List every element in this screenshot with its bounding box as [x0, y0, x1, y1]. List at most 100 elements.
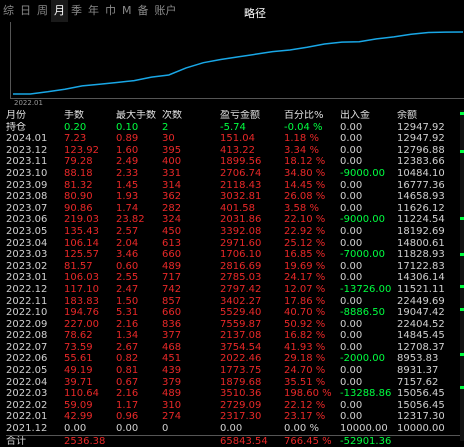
cell-pct: 18.12 % [284, 156, 326, 168]
table-row[interactable]: 2023.05 135.43 2.57 450 3392.08 22.92 % 0.00 18… [6, 226, 464, 238]
column-header[interactable]: 百分比% [284, 110, 340, 122]
tab-3[interactable]: 月 [51, 0, 68, 22]
table-row[interactable]: 2023.07 90.86 1.74 282 401.58 3.58 % 0.00 11626… [6, 203, 464, 215]
cell-io: 0.00 [340, 191, 363, 203]
cell-b: 0.10 [116, 121, 139, 133]
cell-m: 持仓 [6, 121, 26, 133]
cell-b: 1.93 [116, 191, 139, 203]
table-row[interactable]: 2022.03 110.64 2.16 489 3510.36 198.60 % -1328… [6, 388, 464, 400]
table-row[interactable]: 2023.01 106.03 2.55 717 2785.03 24.17 % 0.00 14… [6, 272, 464, 284]
cell-pl: 2971.60 [220, 237, 262, 249]
tab-6[interactable]: 巾 [102, 0, 119, 22]
table-row[interactable]: 2021.12 0.00 0.00 0 0.00 0.00 % 10000.00 10000.… [6, 423, 464, 435]
table-row[interactable]: 2022.07 73.59 2.67 468 3754.54 41.93 % 0.00 127… [6, 342, 464, 354]
period-tabs: 综日周月季年巾 M 备账户 [0, 0, 464, 22]
column-header[interactable]: 出入金 [340, 110, 397, 122]
table-row[interactable]: 2022.04 39.71 0.67 379 1879.68 35.51 % 0.00 715… [6, 377, 464, 389]
cell-m: 2023.05 [6, 225, 48, 237]
table-row[interactable]: 2022.01 42.99 0.96 274 2317.30 23.17 % 0.00 123… [6, 411, 464, 423]
table-row[interactable]: 2023.09 81.32 1.45 314 2118.43 14.45 % 0.00 167… [6, 180, 464, 192]
cell-pl: 2785.03 [220, 272, 262, 284]
table-row[interactable]: 2024.01 7.23 0.89 30 151.04 1.18 % 0.00 12947.9… [6, 133, 464, 145]
cell-io: 0.00 [340, 156, 363, 168]
cell-n: 857 [162, 295, 182, 307]
cell-n: 377 [162, 330, 182, 342]
tab-8[interactable]: 备 [135, 0, 152, 22]
mode-label[interactable]: 略径 [244, 5, 266, 21]
cell-m: 2024.01 [6, 133, 48, 145]
cell-m: 2023.01 [6, 272, 48, 284]
cell-a: 125.57 [64, 249, 99, 261]
table-row[interactable]: 2023.08 80.90 1.93 362 3032.81 26.08 % 0.00 146… [6, 191, 464, 203]
column-header[interactable]: 盈亏金额 [220, 110, 284, 122]
cell-pct: 19.69 % [284, 260, 326, 272]
tab-1[interactable]: 日 [17, 0, 34, 22]
cell-b: 2.33 [116, 167, 139, 179]
column-header[interactable]: 手数 [64, 110, 116, 122]
total-m: 合计 [6, 435, 26, 447]
cell-io: 0.00 [340, 133, 363, 145]
tab-0[interactable]: 综 [0, 0, 17, 22]
cell-io: 0.00 [340, 341, 363, 353]
table-row[interactable]: 2022.05 49.19 0.81 439 1773.75 24.70 % 0.00 893… [6, 365, 464, 377]
tab-7[interactable]: M [119, 0, 135, 22]
table-row[interactable]: 2023.02 81.57 0.60 489 2816.69 19.69 % 0.00 171… [6, 261, 464, 273]
table-row[interactable]: 2022.06 55.61 0.82 451 2022.46 29.18 % -2000.0… [6, 353, 464, 365]
cell-n: 836 [162, 318, 182, 330]
scrollbar[interactable] [460, 110, 464, 441]
column-header[interactable]: 最大手数 [116, 110, 162, 122]
cell-pct: 29.18 % [284, 353, 326, 365]
table-row[interactable]: 2022.12 117.10 2.47 742 2797.42 12.07 % -13726… [6, 284, 464, 296]
cell-m: 2023.09 [6, 179, 48, 191]
table-row[interactable]: 2023.04 106.14 2.04 613 2971.60 25.12 % 0.00 14… [6, 238, 464, 250]
cell-io: 10000.00 [340, 423, 388, 435]
cell-n: 331 [162, 167, 182, 179]
cell-pct: 1.18 % [284, 133, 319, 145]
column-header[interactable]: 次数 [162, 110, 220, 122]
position-row[interactable]: 持仓 0.20 0.10 2 -5.74 -0.04 % 0.00 12947.92 [6, 122, 464, 134]
table-row[interactable]: 2022.02 59.09 1.17 310 2729.09 22.12 % 0.00 150… [6, 400, 464, 412]
cell-a: 78.62 [64, 330, 93, 342]
tab-9[interactable]: 账户 [152, 0, 180, 22]
table-row[interactable]: 2022.10 194.76 5.31 660 5529.40 40.70 % -8886.… [6, 307, 464, 319]
cell-io: 0.00 [340, 260, 363, 272]
cell-b: 2.49 [116, 156, 139, 168]
scrollbar-marker [460, 217, 464, 220]
table-row[interactable]: 2023.11 79.28 2.49 400 1899.56 18.12 % 0.00 123… [6, 156, 464, 168]
table-row[interactable]: 2023.06 219.03 23.82 324 2031.86 22.10 % -9000… [6, 214, 464, 226]
cell-n: 660 [162, 249, 182, 261]
table-row[interactable]: 2022.08 78.62 1.34 377 2137.08 16.82 % 0.00 148… [6, 330, 464, 342]
table-row[interactable]: 2023.03 125.57 3.46 660 1706.10 16.85 % -7000.… [6, 249, 464, 261]
table-row[interactable]: 2023.12 123.92 1.60 395 413.22 3.34 % 0.00 1279… [6, 145, 464, 157]
cell-n: 717 [162, 272, 182, 284]
tab-5[interactable]: 年 [85, 0, 102, 22]
table-row[interactable]: 2022.11 183.83 1.50 857 3402.27 17.86 % 0.00 22… [6, 296, 464, 308]
column-header[interactable]: 月份 [6, 110, 64, 122]
cell-n: 395 [162, 144, 182, 156]
cell-m: 2022.08 [6, 330, 48, 342]
cell-a: 59.09 [64, 399, 93, 411]
cell-io: 0.00 [340, 121, 363, 133]
cell-m: 2023.08 [6, 191, 48, 203]
cell-pl: 3392.08 [220, 225, 262, 237]
cell-a: 90.86 [64, 202, 93, 214]
cell-b: 0.89 [116, 133, 139, 145]
monthly-stats-table: 月份 手数 最大手数 次数 盈亏金额 百分比% 出入金 余额 持仓 0.20 0.10 2 -5.74 -… [6, 110, 464, 447]
cell-bal: 8931.37 [397, 365, 439, 377]
cell-bal: 17122.83 [397, 260, 445, 272]
cell-io: 0.00 [340, 179, 363, 191]
tab-2[interactable]: 周 [34, 0, 51, 22]
cell-pl: 401.58 [220, 202, 255, 214]
cell-b: 2.16 [116, 318, 139, 330]
cell-m: 2022.11 [6, 295, 48, 307]
cell-io: -13288.86 [340, 388, 392, 400]
cell-io: -7000.00 [340, 249, 385, 261]
tab-4[interactable]: 季 [68, 0, 85, 22]
cell-n: 400 [162, 156, 182, 168]
cell-bal: 12708.37 [397, 341, 445, 353]
table-row[interactable]: 2023.10 88.18 2.33 331 2706.74 34.80 % -9000.0… [6, 168, 464, 180]
table-row[interactable]: 2022.09 227.00 2.16 836 7559.87 50.92 % 0.00 22… [6, 319, 464, 331]
column-header[interactable]: 余额 [397, 110, 457, 122]
cell-a: 0.20 [64, 121, 87, 133]
cell-pct: 23.17 % [284, 411, 326, 423]
